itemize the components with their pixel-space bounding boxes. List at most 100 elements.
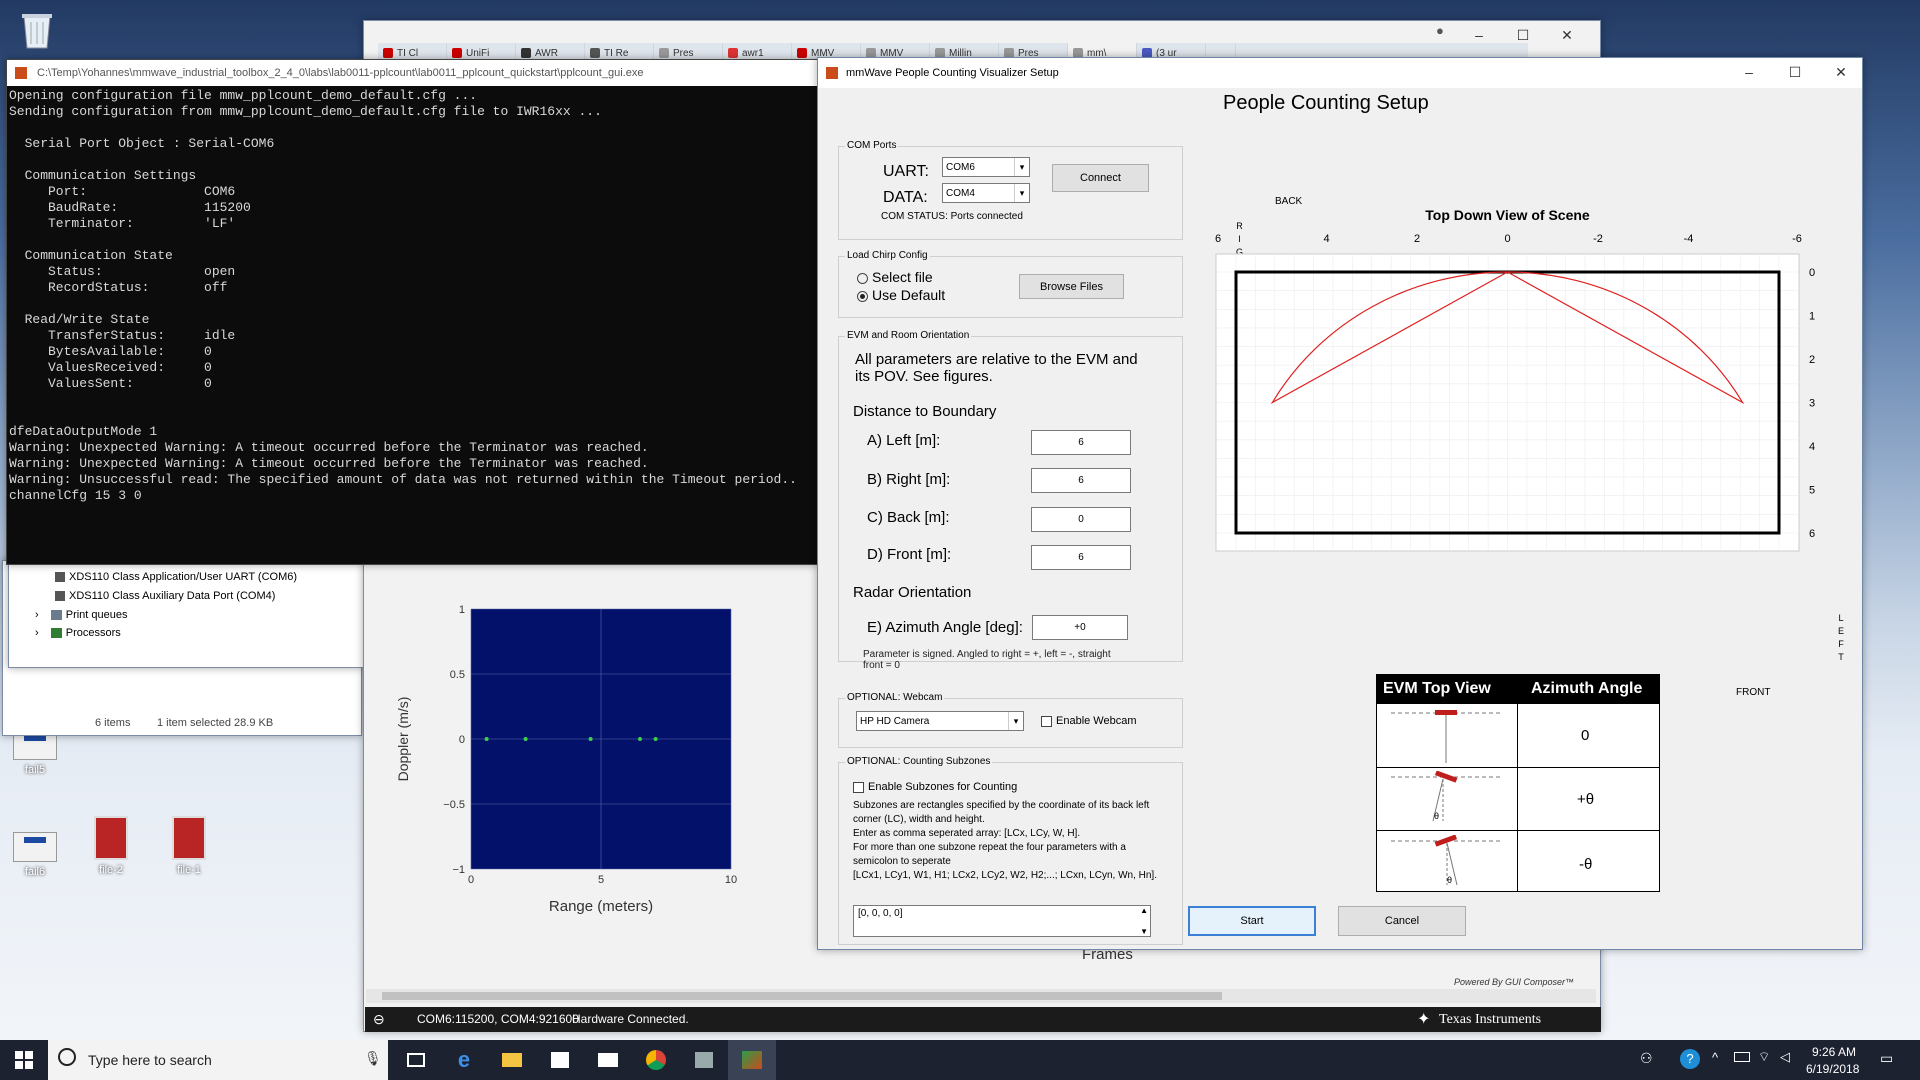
maximize-icon[interactable]: ☐ — [1772, 58, 1818, 86]
clock-time[interactable]: 9:26 AM — [1812, 1045, 1856, 1059]
right-label: B) Right [m]: — [867, 471, 951, 488]
chevron-down-icon: ▾ — [1014, 158, 1029, 176]
terminal-line: Warning: Unexpected Warning: A timeout o… — [9, 440, 649, 455]
microphone-icon[interactable]: 🎙 — [364, 1050, 382, 1067]
edge-icon[interactable]: e — [440, 1040, 488, 1080]
close-icon[interactable]: ✕ — [1544, 21, 1590, 49]
horizontal-scrollbar[interactable] — [366, 989, 1596, 1003]
task-view-icon[interactable] — [392, 1040, 440, 1080]
angle-value: 0 — [1581, 727, 1590, 744]
notifications-icon[interactable]: ▭ — [1880, 1050, 1893, 1067]
chrome-icon[interactable] — [632, 1040, 680, 1080]
windows-start-icon[interactable] — [0, 1040, 48, 1080]
minimize-icon[interactable]: – — [1456, 21, 1502, 49]
doppler-chart-svg: 10.50−0.5−10 5 10Range (meters)Doppler (m/… — [395, 604, 737, 915]
terminal-title: C:\Temp\Yohannes\mmwave_industrial_toolb… — [37, 67, 644, 79]
scene-view: BACK FRONT RIGHT LEFT Top Down View of S… — [1198, 116, 1858, 716]
subzones-group: OPTIONAL: Counting Subzones Enable Subzo… — [838, 756, 1183, 945]
y-tick-label: 1 — [1809, 311, 1815, 323]
y-tick-label: 4 — [1809, 441, 1815, 453]
chevron-up-icon[interactable]: ^ — [1712, 1050, 1718, 1065]
ti-logo-icon: ✦ — [1417, 1011, 1431, 1028]
scroll-down-icon[interactable]: ▼ — [1140, 927, 1148, 936]
wifi-icon[interactable]: ⌔ — [1758, 1049, 1770, 1065]
left-input[interactable]: 6 — [1031, 430, 1131, 455]
scene-chart-svg: Top Down View of Scene 6 4 2 0 -2 -4 -6 0 1 2 3 4 5 6 — [1215, 207, 1815, 552]
radio-use-default[interactable]: Use Default — [857, 287, 945, 303]
evm-orientation-table: EVM Top View Azimuth Angle θ θ 0 +θ -θ — [1376, 674, 1660, 892]
data-select[interactable]: COM4 ▾ — [942, 183, 1030, 203]
cancel-button[interactable]: Cancel — [1338, 906, 1466, 936]
status-connection: Hardware Connected. — [572, 1012, 689, 1026]
ti-brand: Texas Instruments — [1439, 1012, 1542, 1027]
scene-title: Top Down View of Scene — [1425, 207, 1590, 223]
help-icon[interactable]: ? — [1680, 1049, 1700, 1069]
evm-table-header: EVM Top View Azimuth Angle — [1377, 675, 1659, 703]
matlab-taskbar-icon[interactable] — [728, 1040, 776, 1080]
connect-button[interactable]: Connect — [1052, 164, 1149, 192]
maximize-icon[interactable]: ☐ — [1500, 21, 1546, 49]
scroll-up-icon[interactable]: ▲ — [1140, 906, 1148, 915]
azimuth-input[interactable]: +0 — [1032, 615, 1128, 640]
enable-webcam-checkbox[interactable]: Enable Webcam — [1041, 715, 1137, 727]
desktop-icon-fail6[interactable]: fail6 — [0, 832, 70, 878]
orientation-intro: All parameters are relative to the EVM a… — [855, 351, 1138, 385]
tree-print-queues[interactable]: › Print queues — [35, 609, 128, 621]
mail-icon[interactable] — [584, 1040, 632, 1080]
device-uart-com6[interactable]: XDS110 Class Application/User UART (COM6… — [55, 571, 297, 583]
back-input[interactable]: 0 — [1031, 507, 1131, 532]
radio-icon — [857, 272, 868, 284]
desktop-icon-file-1[interactable]: file-1 — [154, 816, 224, 876]
user-profile-icon[interactable]: ● — [1436, 23, 1444, 38]
matlab-icon — [15, 67, 27, 79]
battery-icon[interactable] — [1734, 1052, 1750, 1062]
close-icon[interactable]: ✕ — [1818, 58, 1864, 86]
terminal-line: BaudRate: 115200 — [9, 200, 251, 215]
terminal-line: Serial Port Object : Serial-COM6 — [9, 136, 275, 151]
data-point — [484, 737, 489, 741]
device-icon — [55, 572, 65, 582]
search-box[interactable]: Type here to search 🎙 — [48, 1040, 388, 1080]
file-explorer-icon[interactable] — [488, 1040, 536, 1080]
chevron-right-icon: › — [35, 627, 39, 639]
terminal-line: Warning: Unsuccessful read: The specifie… — [9, 472, 797, 487]
clock-date[interactable]: 6/19/2018 — [1806, 1062, 1859, 1076]
desktop-icon-file-2[interactable]: file-2 — [76, 816, 146, 876]
data-point — [638, 737, 642, 741]
y-tick-label: −1 — [452, 864, 465, 876]
x-tick-label: 2 — [1414, 233, 1420, 245]
radar-heading: Radar Orientation — [853, 584, 972, 601]
store-icon[interactable] — [536, 1040, 584, 1080]
chirp-config-group: Load Chirp Config Select file Use Defaul… — [838, 250, 1183, 318]
camera-select[interactable]: HP HD Camera ▾ — [856, 711, 1024, 731]
start-button[interactable]: Start — [1188, 906, 1316, 936]
tree-processors[interactable]: › Processors — [35, 627, 121, 639]
radio-select-file[interactable]: Select file — [857, 269, 933, 285]
minimize-icon[interactable]: – — [1726, 58, 1772, 86]
terminal-line: Terminator: 'LF' — [9, 216, 236, 231]
angle-value: +θ — [1577, 791, 1595, 808]
device-aux-com4[interactable]: XDS110 Class Auxiliary Data Port (COM4) — [55, 590, 275, 602]
front-input[interactable]: 6 — [1031, 545, 1131, 570]
enable-subzones-checkbox[interactable]: Enable Subzones for Counting — [853, 781, 1017, 793]
right-input[interactable]: 6 — [1031, 468, 1131, 493]
y-tick-label: 1 — [459, 604, 465, 616]
search-icon — [58, 1048, 76, 1066]
desktop-icon-fail5[interactable]: fail5 — [0, 730, 70, 776]
front-label: D) Front [m]: — [867, 546, 952, 563]
recycle-bin-icon[interactable] — [14, 6, 60, 52]
evm-header-view: EVM Top View — [1383, 680, 1491, 697]
uart-select[interactable]: COM6 ▾ — [942, 157, 1030, 177]
browse-files-button[interactable]: Browse Files — [1019, 274, 1124, 299]
subzones-textarea[interactable]: [0, 0, 0, 0] ▲ ▼ — [853, 905, 1151, 937]
x-tick-label: 5 — [598, 874, 604, 886]
volume-icon[interactable]: ◁ — [1780, 1049, 1790, 1065]
people-icon[interactable]: ⚇ — [1640, 1050, 1653, 1067]
explorer-item-count: 6 items — [95, 717, 131, 729]
app-icon[interactable] — [680, 1040, 728, 1080]
terminal-line: dfeDataOutputMode 1 — [9, 424, 158, 439]
